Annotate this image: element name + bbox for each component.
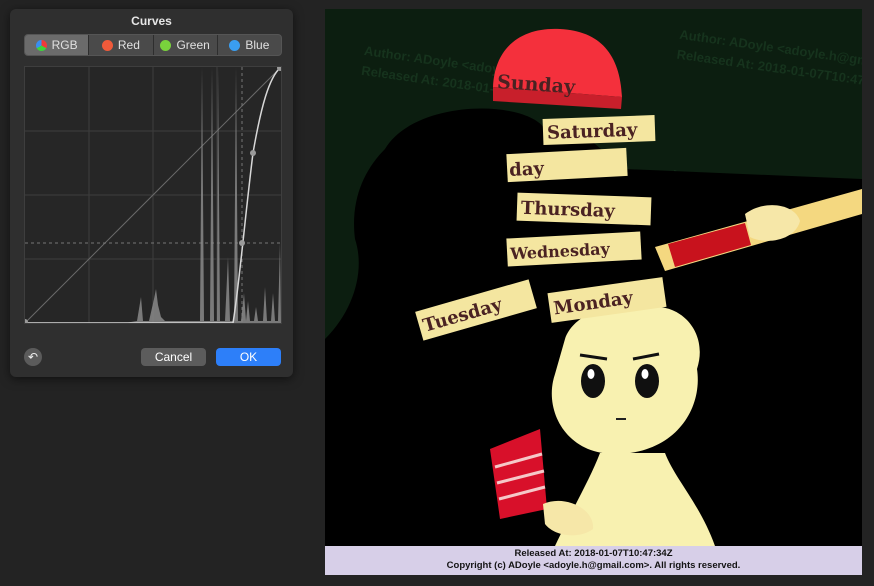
svg-text:Thursday: Thursday xyxy=(521,198,616,222)
ok-button[interactable]: OK xyxy=(216,348,281,366)
footer-copyright: Copyright (c) ADoyle <adoyle.h@gmail.com… xyxy=(446,560,741,571)
tab-blue-label: Blue xyxy=(245,38,270,52)
thursday-label: Thursday xyxy=(516,192,652,226)
footer-released: Released At: 2018-01-07T10:47:34Z xyxy=(514,548,673,559)
tab-blue[interactable]: Blue xyxy=(216,35,281,55)
curve-point[interactable] xyxy=(239,240,245,246)
image-footer: Released At: 2018-01-07T10:47:34Z Copyri… xyxy=(325,546,862,575)
cancel-button[interactable]: Cancel xyxy=(141,348,206,366)
channel-selector: RGB Red Green Blue xyxy=(24,34,282,56)
svg-text:Saturday: Saturday xyxy=(547,120,638,144)
tab-red[interactable]: Red xyxy=(88,35,152,55)
green-circle-icon xyxy=(160,39,172,51)
red-circle-icon xyxy=(101,39,113,51)
curves-graph[interactable] xyxy=(24,66,282,324)
curve-point[interactable] xyxy=(250,150,256,156)
tab-green-label: Green xyxy=(176,38,210,52)
curves-dialog: Curves RGB Red Green Blue ↶ Cancel OK xyxy=(10,9,293,377)
blue-circle-icon xyxy=(229,39,241,51)
tab-green[interactable]: Green xyxy=(152,35,217,55)
rgb-circle-icon xyxy=(35,39,47,51)
tab-red-label: Red xyxy=(117,38,140,52)
svg-text:day: day xyxy=(509,158,545,181)
curve-point[interactable] xyxy=(25,319,28,323)
dialog-title: Curves xyxy=(131,14,172,28)
tab-rgb-label: RGB xyxy=(51,38,78,52)
image-canvas: Author: ADoyle <adoyle.h@gmail.com> Rele… xyxy=(325,9,862,575)
tab-rgb[interactable]: RGB xyxy=(25,35,89,55)
undo-arrow-icon: ↶ xyxy=(27,350,39,364)
reset-button[interactable]: ↶ xyxy=(24,348,42,366)
saturday-label: Saturday xyxy=(542,115,656,145)
